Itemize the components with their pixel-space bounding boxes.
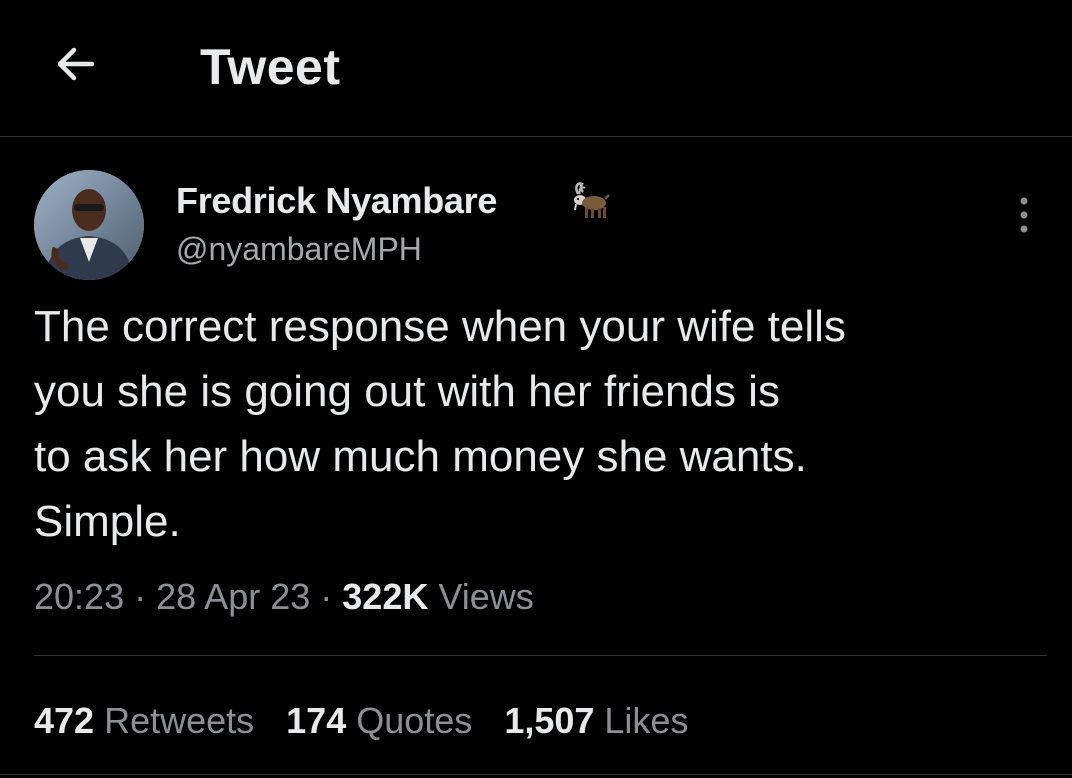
retweets-count: 472: [34, 700, 95, 741]
profile-photo: [34, 170, 144, 280]
arrow-left-icon: [57, 47, 95, 81]
quotes-label: Quotes: [356, 700, 473, 741]
divider: [34, 655, 1047, 656]
tweet-text: The correct response when your wife tell…: [34, 302, 846, 546]
top-bar: Tweet: [0, 0, 1072, 137]
quotes-stat[interactable]: 174 Quotes: [286, 700, 472, 742]
meta-separator: ·: [320, 576, 333, 617]
views-label: Views: [438, 576, 534, 617]
tweet-date[interactable]: 28 Apr 23: [156, 576, 310, 617]
more-options-button[interactable]: [1002, 190, 1046, 240]
likes-count: 1,507: [504, 700, 595, 741]
likes-stat[interactable]: 1,507 Likes: [504, 700, 688, 742]
meta-separator: ·: [134, 576, 147, 617]
retweets-stat[interactable]: 472 Retweets: [34, 700, 254, 742]
author-display-name[interactable]: Fredrick Nyambare: [176, 180, 497, 222]
goat-emoji-icon: [568, 178, 612, 222]
tweet-metadata: 20:23 · 28 Apr 23 · 322K Views: [34, 576, 534, 618]
likes-label: Likes: [604, 700, 689, 741]
avatar[interactable]: [34, 170, 144, 280]
retweets-label: Retweets: [104, 700, 255, 741]
more-vertical-icon: [1020, 197, 1028, 233]
page-title: Tweet: [200, 39, 341, 95]
author-handle[interactable]: @nyambareMPH: [176, 231, 422, 268]
divider: [0, 774, 1072, 775]
tweet-time[interactable]: 20:23: [34, 576, 124, 617]
views-count: 322K: [342, 576, 429, 617]
quotes-count: 174: [286, 700, 347, 741]
back-button[interactable]: [48, 36, 104, 92]
engagement-stats: 472 Retweets 174 Quotes 1,507 Likes: [34, 700, 720, 742]
